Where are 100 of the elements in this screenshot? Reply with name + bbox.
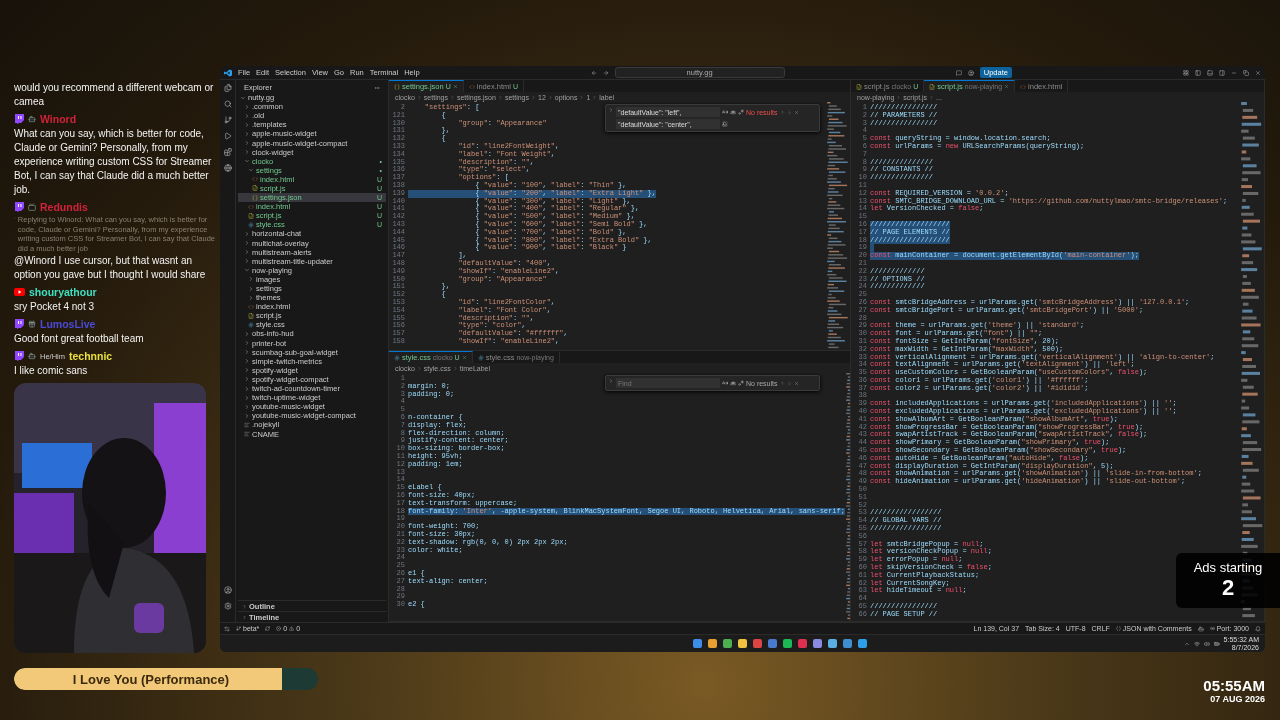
twitch-icon — [14, 114, 24, 124]
chevron-right-icon — [579, 94, 585, 100]
song-title: I Love You (Performance) — [71, 672, 231, 687]
notification-icon[interactable] — [1255, 625, 1261, 632]
chevron-right-icon — [497, 94, 503, 100]
panel-right-icon[interactable] — [1219, 69, 1225, 76]
wifi-icon[interactable] — [1193, 640, 1200, 647]
close-icon[interactable] — [461, 355, 467, 360]
copilot-icon[interactable] — [1197, 625, 1204, 632]
code-icon — [468, 83, 475, 90]
restore-icon[interactable] — [1243, 69, 1249, 76]
chevron-right-icon — [449, 94, 455, 100]
twitch-icon — [14, 202, 24, 212]
chat-message: would you recommend a different webcam or camea — [14, 81, 215, 109]
chat-username: LumosLive — [40, 318, 96, 330]
replace-all-icon[interactable] — [722, 121, 728, 127]
layout-icon[interactable] — [1183, 69, 1189, 76]
app-logo-icon — [224, 68, 232, 77]
start-icon[interactable] — [692, 639, 702, 648]
account-icon[interactable] — [967, 69, 974, 76]
branch-icon — [236, 626, 241, 631]
ad-countdown-count: 2 — [1221, 575, 1235, 601]
braces-icon — [394, 83, 400, 90]
match-case-icon[interactable] — [722, 109, 728, 115]
chat-message: sry Pocket 4 not 3 — [14, 300, 96, 314]
chevron-right-icon — [547, 94, 553, 100]
volume-icon[interactable] — [1203, 640, 1210, 647]
chat-badge-icon — [28, 203, 36, 211]
code-icon — [252, 176, 258, 183]
file-code-icon — [248, 212, 254, 219]
minimap[interactable] — [826, 102, 850, 350]
remote-icon[interactable] — [224, 625, 230, 632]
warning-icon — [289, 626, 295, 631]
close-icon[interactable] — [793, 380, 799, 386]
braces-icon — [1115, 626, 1121, 631]
hash-icon — [248, 221, 254, 228]
forward-icon[interactable] — [602, 69, 609, 76]
source-control-icon[interactable] — [223, 116, 232, 124]
twitch-icon — [14, 319, 24, 329]
code-icon — [248, 303, 254, 310]
code-icon — [248, 203, 254, 210]
settings-icon[interactable] — [223, 602, 232, 610]
chat-icon[interactable] — [955, 69, 962, 76]
chevron-right-icon — [416, 365, 422, 371]
search-icon[interactable] — [223, 100, 232, 108]
panel-left-icon[interactable] — [1195, 69, 1201, 76]
tray-overflow-icon[interactable] — [1183, 640, 1190, 647]
hash-icon — [248, 321, 254, 328]
chat-message: @Winord I use cursor, but that wasnt an option you gave but I thought I would share — [14, 254, 207, 282]
close-icon[interactable] — [793, 109, 799, 115]
code-icon — [1020, 83, 1027, 90]
broadcast-icon — [1209, 626, 1215, 631]
regex-icon[interactable] — [738, 380, 744, 386]
text-file-icon — [244, 421, 250, 428]
chevron-right-icon — [531, 94, 536, 100]
chat-badge-icon — [28, 320, 36, 328]
error-icon — [276, 626, 282, 631]
more-icon[interactable] — [374, 84, 380, 91]
chat-badge-icon — [28, 115, 36, 123]
sync-icon[interactable] — [265, 626, 271, 631]
match-case-icon[interactable] — [722, 380, 728, 386]
regex-icon[interactable] — [738, 109, 744, 115]
file-code-icon — [252, 185, 258, 192]
hash-icon — [477, 354, 484, 361]
close-icon[interactable] — [452, 84, 458, 89]
close-icon[interactable] — [1255, 69, 1261, 76]
chat-message: Good font great football team — [14, 332, 145, 346]
ad-countdown-label: Ads starting — [1193, 560, 1263, 575]
chevron-right-icon — [592, 94, 598, 100]
chat-message: What can you say, which is better for code, Claude or Gemini? Personally, from my experience writing custom CSS for Streamer Bot, I can say that Claude did a much better job. — [14, 127, 213, 197]
close-icon[interactable] — [1004, 84, 1010, 89]
youtube-icon — [14, 288, 25, 296]
whole-word-icon[interactable] — [730, 380, 736, 386]
chat-username: Redundis — [40, 201, 88, 213]
run-icon[interactable] — [223, 132, 232, 140]
panel-bottom-icon[interactable] — [1207, 69, 1213, 76]
file-code-icon — [856, 83, 862, 90]
file-code-icon — [929, 83, 936, 90]
chevron-right-icon — [452, 365, 458, 371]
hash-icon — [394, 354, 400, 361]
account-icon[interactable] — [223, 586, 232, 594]
twitch-icon — [14, 351, 24, 361]
clock-time: 05:55AM — [1203, 678, 1265, 694]
text-file-icon — [244, 431, 250, 437]
clock-date: 07 AUG 2026 — [1210, 694, 1265, 704]
chevron-right-icon — [929, 94, 935, 100]
back-icon[interactable] — [590, 69, 597, 76]
whole-word-icon[interactable] — [730, 109, 736, 115]
chat-badge-icon — [28, 352, 36, 360]
chat-username: technnic — [69, 350, 113, 362]
chevron-right-icon — [416, 94, 422, 100]
explorer-icon[interactable] — [223, 84, 232, 92]
braces-icon — [252, 194, 258, 201]
extensions-icon[interactable] — [223, 148, 232, 156]
chat-username: shouryathour — [29, 286, 97, 298]
file-code-icon — [248, 312, 254, 319]
battery-icon[interactable] — [1213, 640, 1220, 647]
chevron-right-icon — [896, 94, 902, 100]
remote-icon[interactable] — [223, 164, 232, 172]
chat-message: I like comic sans — [14, 364, 89, 378]
